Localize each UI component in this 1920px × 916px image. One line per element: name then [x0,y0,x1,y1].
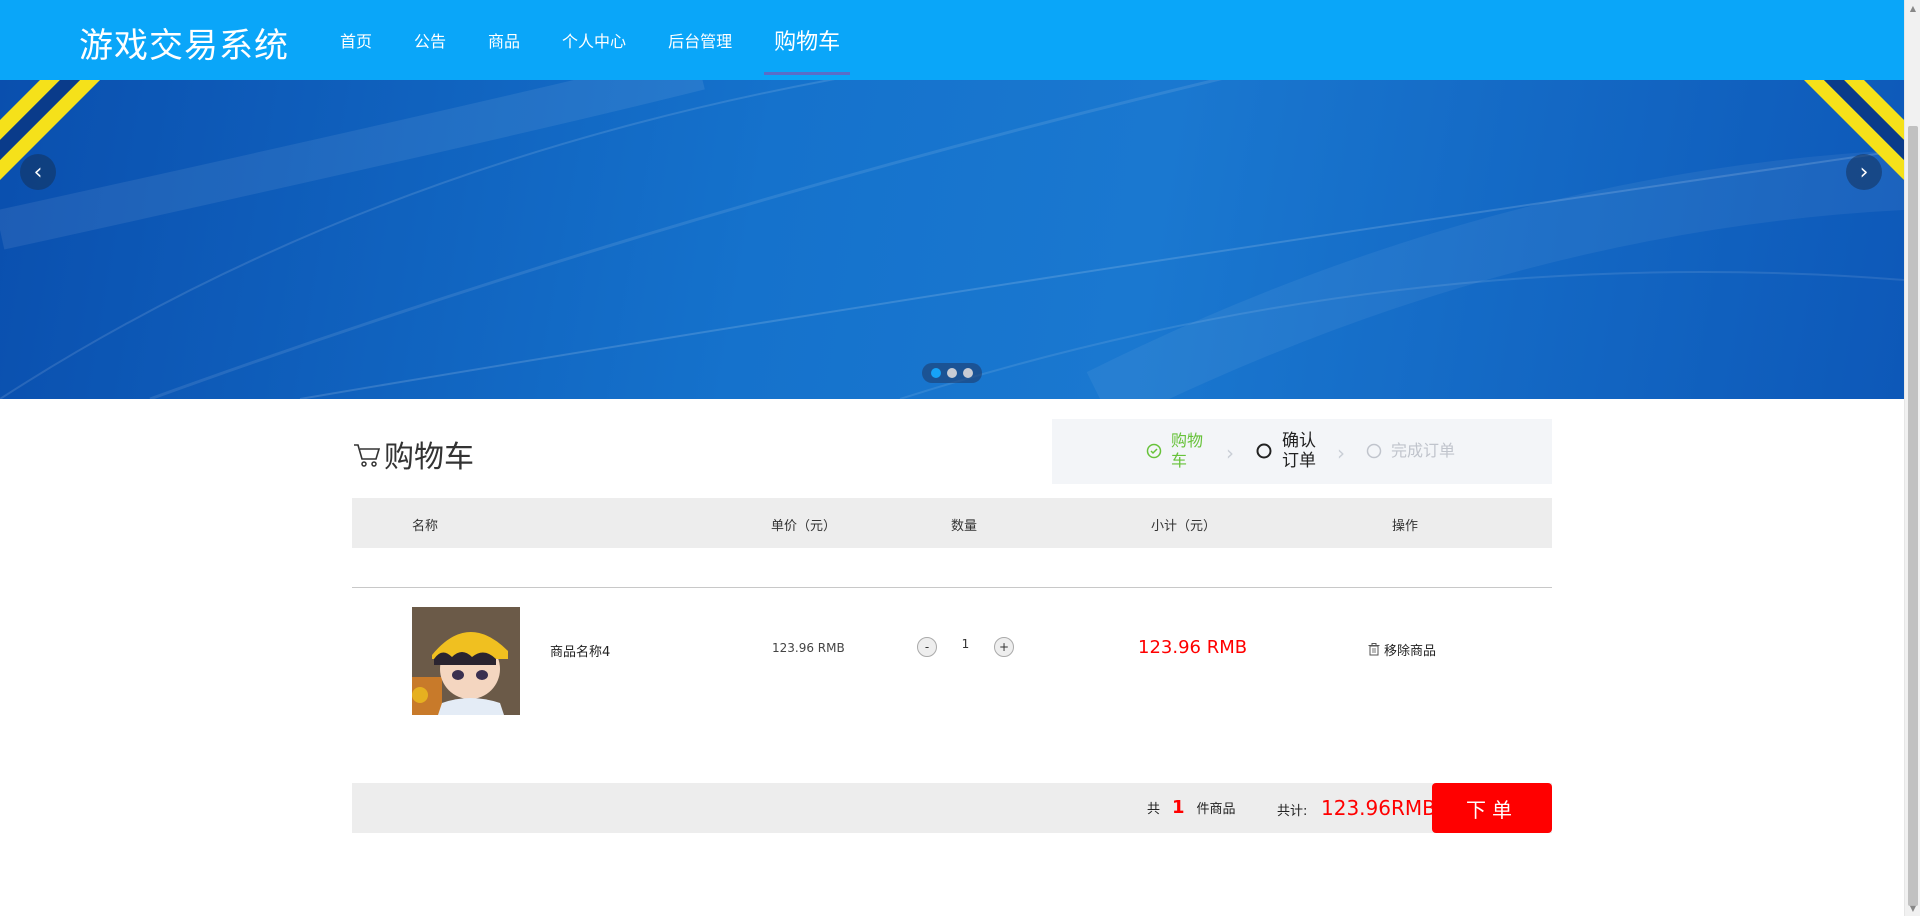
nav-notices[interactable]: 公告 [414,0,446,80]
checkout-steps: 购物车 › 确认订单 › 完成订单 [1052,419,1552,484]
decrease-qty-button[interactable]: - [917,637,937,657]
column-qty: 数量 [951,519,978,534]
total-label: 共计: [1277,804,1308,819]
count-suffix: 件商品 [1196,802,1236,817]
table-divider [352,587,1552,588]
column-name: 名称 [412,519,439,534]
quantity-stepper: - 1 + [917,637,1014,657]
cart-heading: 购物车 [352,432,474,476]
page-scrollbar[interactable]: ▲ ▼ [1904,0,1920,916]
item-count: 共 1 件商品 [1147,797,1236,818]
step-complete: 完成订单 [1366,441,1455,461]
scroll-up-icon[interactable]: ▲ [1905,0,1920,16]
main-nav: 首页 公告 商品 个人中心 后台管理 购物车 [320,0,851,80]
chevron-right-icon: › [1337,441,1345,465]
check-circle-icon [1146,443,1162,459]
count-prefix: 共 [1147,802,1161,817]
quantity-value[interactable]: 1 [937,637,994,651]
place-order-button[interactable]: 下单 [1432,783,1552,833]
top-nav-bar: 游戏交易系统 首页 公告 商品 个人中心 后台管理 购物车 [0,0,1904,80]
step-confirm: 确认订单 [1256,431,1318,471]
unit-price: 123.96 RMB [772,641,845,655]
scroll-thumb[interactable] [1908,126,1918,906]
carousel-dot[interactable] [931,368,941,378]
banner-background [0,80,1904,399]
cart-summary-bar: 共 1 件商品 共计: 123.96RMB 下单 [352,783,1552,833]
nav-products[interactable]: 商品 [488,0,520,80]
circle-icon [1366,443,1382,459]
site-brand[interactable]: 游戏交易系统 [79,18,289,67]
increase-qty-button[interactable]: + [994,637,1014,657]
count-value: 1 [1172,797,1185,818]
page-title: 购物车 [384,440,474,475]
banner-carousel: ‹ › [0,80,1904,399]
chevron-right-icon: › [1226,441,1234,465]
cart-item-row: 商品名称4 123.96 RMB - 1 + 123.96 RMB 移除商品 [352,607,1552,717]
step-label: 完成订单 [1391,441,1456,460]
cart-icon [354,444,381,467]
trash-icon [1368,643,1380,656]
nav-cart[interactable]: 购物车 [764,0,851,80]
scroll-down-icon[interactable]: ▼ [1905,900,1920,916]
column-subtotal: 小计（元） [1151,519,1217,534]
column-actions: 操作 [1392,519,1419,534]
step-label: 确认订单 [1282,431,1316,471]
remove-item-button[interactable]: 移除商品 [1368,640,1436,659]
column-price: 单价（元） [771,519,837,534]
total-amount: 123.96RMB [1321,796,1436,820]
carousel-dot[interactable] [947,368,957,378]
nav-admin[interactable]: 后台管理 [668,0,732,80]
carousel-dot[interactable] [963,368,973,378]
product-thumbnail[interactable] [412,607,520,715]
step-label: 购物车 [1171,431,1204,470]
nav-home[interactable]: 首页 [340,0,372,80]
item-subtotal: 123.96 RMB [1138,637,1248,658]
circle-icon [1256,443,1272,459]
cart-table-header: 名称 单价（元） 数量 小计（元） 操作 [352,498,1552,548]
product-image [412,607,520,715]
carousel-prev-icon[interactable]: ‹ [20,154,56,190]
remove-label: 移除商品 [1384,644,1437,659]
nav-personal-center[interactable]: 个人中心 [562,0,626,80]
product-name[interactable]: 商品名称4 [550,641,610,660]
step-cart: 购物车 [1146,431,1207,471]
carousel-next-icon[interactable]: › [1846,154,1882,190]
carousel-dots [922,363,982,383]
